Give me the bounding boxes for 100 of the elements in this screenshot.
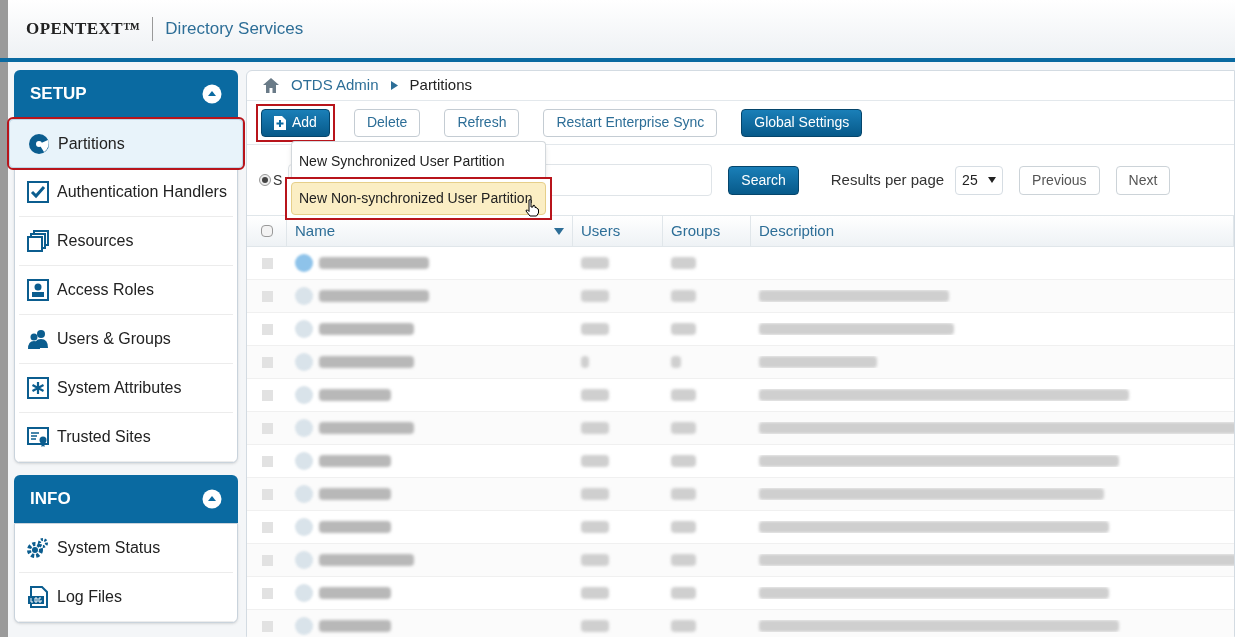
table-row[interactable] bbox=[247, 412, 1234, 445]
table-row[interactable] bbox=[247, 610, 1234, 637]
toolbar-button[interactable]: Restart Enterprise Sync bbox=[543, 108, 718, 137]
dropdown-icon bbox=[988, 177, 997, 183]
redacted-text bbox=[581, 620, 609, 632]
partition-icon bbox=[295, 353, 313, 371]
section-header[interactable]: INFO bbox=[14, 475, 238, 523]
sidebar-item[interactable]: System Attributes bbox=[19, 364, 233, 413]
sidebar-item[interactable]: Authentication Handlers bbox=[19, 168, 233, 217]
row-checkbox[interactable] bbox=[261, 455, 273, 467]
redacted-text bbox=[581, 257, 609, 269]
previous-button[interactable]: Previous bbox=[1019, 165, 1100, 195]
collapse-icon[interactable] bbox=[202, 84, 222, 104]
redacted-text bbox=[671, 620, 696, 632]
redacted-text bbox=[581, 488, 609, 500]
redacted-text bbox=[671, 554, 696, 566]
sidebar-item[interactable]: Resources bbox=[19, 217, 233, 266]
row-checkbox[interactable] bbox=[261, 323, 273, 335]
gears-icon bbox=[27, 537, 49, 559]
stacked-pages-icon bbox=[27, 230, 49, 252]
plus-icon bbox=[274, 115, 286, 130]
next-button[interactable]: Next bbox=[1115, 165, 1171, 195]
redacted-text bbox=[581, 290, 609, 302]
toolbar-button[interactable]: Global Settings bbox=[741, 108, 863, 137]
row-checkbox[interactable] bbox=[261, 521, 273, 533]
sidebar-item[interactable]: System Status bbox=[19, 524, 233, 573]
partition-icon bbox=[295, 617, 313, 635]
row-checkbox[interactable] bbox=[261, 587, 273, 599]
redacted-text bbox=[671, 356, 681, 368]
sidebar-item[interactable]: Partitions bbox=[9, 119, 243, 168]
redacted-text bbox=[581, 587, 609, 599]
redacted-text bbox=[671, 422, 696, 434]
redacted-text bbox=[581, 356, 589, 368]
checkbox-icon bbox=[27, 181, 49, 203]
table-row[interactable] bbox=[247, 346, 1234, 379]
sidebar-item[interactable]: Users & Groups bbox=[19, 315, 233, 364]
redacted-text bbox=[319, 389, 391, 401]
sidebar-item[interactable]: Trusted Sites bbox=[19, 413, 233, 462]
search-button[interactable]: Search bbox=[728, 165, 799, 195]
column-header[interactable]: Description bbox=[751, 216, 1234, 246]
redacted-text bbox=[581, 422, 609, 434]
redacted-text bbox=[671, 290, 696, 302]
row-checkbox[interactable] bbox=[261, 356, 273, 368]
breadcrumb-current: Partitions bbox=[409, 75, 473, 96]
redacted-text bbox=[581, 389, 609, 401]
menu-item[interactable]: New Non-synchronized User Partition bbox=[291, 182, 546, 215]
toolbar-button[interactable]: Refresh bbox=[444, 108, 520, 137]
section-header[interactable]: SETUP bbox=[14, 70, 238, 118]
log-file-icon bbox=[27, 586, 49, 608]
results-per-page-label: Results per page bbox=[830, 169, 945, 190]
row-checkbox[interactable] bbox=[261, 488, 273, 500]
collapse-icon[interactable] bbox=[202, 489, 222, 509]
section-title: INFO bbox=[30, 488, 71, 511]
asterisk-icon bbox=[27, 377, 49, 399]
redacted-text bbox=[671, 521, 696, 533]
partition-icon bbox=[295, 419, 313, 437]
redacted-text bbox=[319, 620, 391, 632]
users-icon bbox=[27, 328, 49, 350]
toolbar-button[interactable]: Delete bbox=[353, 108, 421, 137]
breadcrumb-arrow-icon bbox=[390, 81, 398, 90]
row-checkbox[interactable] bbox=[261, 290, 273, 302]
home-icon[interactable] bbox=[263, 78, 279, 93]
column-header[interactable]: Users bbox=[573, 216, 663, 246]
partition-icon bbox=[295, 386, 313, 404]
row-checkbox[interactable] bbox=[261, 554, 273, 566]
partition-icon bbox=[295, 485, 313, 503]
sidebar-item[interactable]: Log Files bbox=[19, 573, 233, 622]
breadcrumb-link[interactable]: OTDS Admin bbox=[291, 74, 379, 97]
product-title: Directory Services bbox=[165, 18, 304, 41]
page-size-select[interactable]: 25 bbox=[955, 165, 1004, 195]
redacted-text bbox=[671, 389, 696, 401]
table-row[interactable] bbox=[247, 544, 1234, 577]
redacted-text bbox=[581, 521, 609, 533]
row-checkbox[interactable] bbox=[261, 257, 273, 269]
redacted-text bbox=[319, 488, 391, 500]
sort-descending-icon[interactable] bbox=[554, 227, 564, 235]
table-row[interactable] bbox=[247, 280, 1234, 313]
partition-icon bbox=[295, 551, 313, 569]
partition-icon bbox=[295, 287, 313, 305]
redacted-text bbox=[671, 455, 696, 467]
radio-button[interactable] bbox=[259, 174, 271, 186]
partition-icon bbox=[295, 452, 313, 470]
sidebar-item[interactable]: Access Roles bbox=[19, 266, 233, 315]
column-header[interactable]: Groups bbox=[663, 216, 751, 246]
add-button[interactable]: Add bbox=[261, 108, 330, 137]
row-checkbox[interactable] bbox=[261, 620, 273, 632]
redacted-text bbox=[319, 587, 391, 599]
row-checkbox[interactable] bbox=[261, 422, 273, 434]
pie-icon bbox=[28, 132, 50, 155]
partition-icon bbox=[295, 254, 313, 272]
id-badge-icon bbox=[27, 279, 49, 301]
partition-icon bbox=[295, 518, 313, 536]
redacted-text bbox=[581, 323, 609, 335]
redacted-text bbox=[671, 488, 696, 500]
table-row[interactable] bbox=[247, 478, 1234, 511]
redacted-text bbox=[319, 455, 391, 467]
row-checkbox[interactable] bbox=[261, 389, 273, 401]
redacted-text bbox=[581, 455, 609, 467]
select-all-checkbox[interactable] bbox=[260, 225, 273, 237]
partition-icon bbox=[295, 320, 313, 338]
